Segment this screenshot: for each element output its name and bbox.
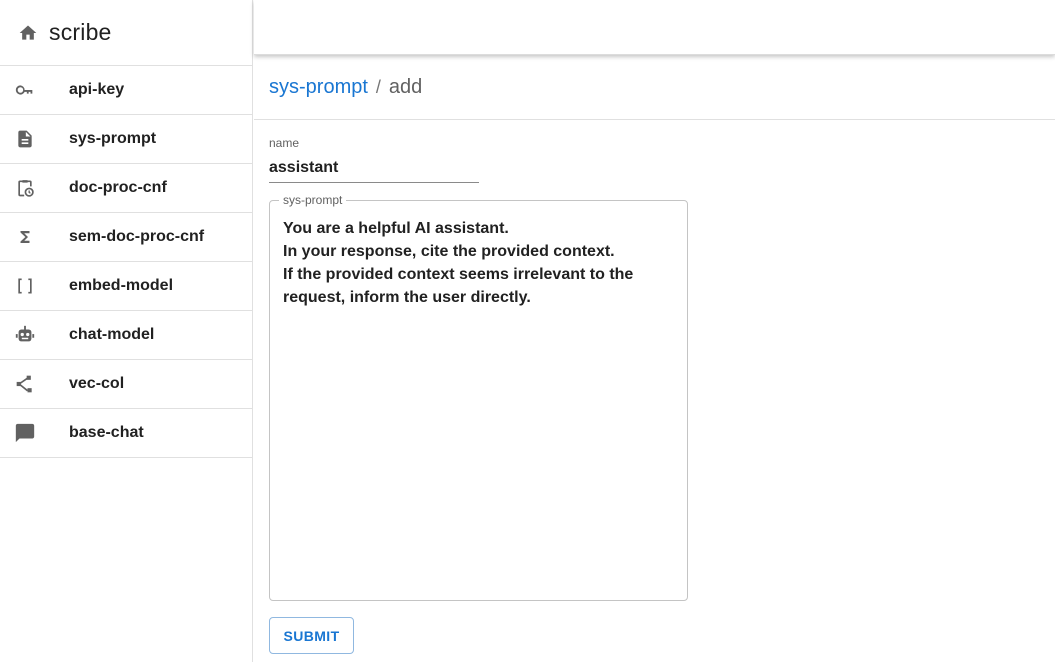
share-icon (14, 373, 36, 395)
key-icon (14, 79, 36, 101)
sidebar-item-base-chat[interactable]: base-chat (0, 409, 252, 458)
home-icon[interactable] (18, 23, 38, 43)
prompt-line: request, inform the user directly. (283, 289, 531, 306)
sidebar-item-sem-doc-proc-cnf[interactable]: sem-doc-proc-cnf (0, 213, 252, 262)
sigma-icon (14, 226, 36, 248)
name-input[interactable]: assistant (269, 156, 479, 183)
sidebar-item-label: api-key (69, 81, 125, 98)
sidebar-item-label: sys-prompt (69, 130, 157, 147)
sidebar-item-embed-model[interactable]: embed-model (0, 262, 252, 311)
sidebar-item-label: sem-doc-proc-cnf (69, 228, 205, 245)
top-app-bar (254, 0, 1055, 55)
breadcrumb-separator: / (375, 77, 381, 97)
sys-prompt-label: sys-prompt (279, 193, 347, 207)
header-divider (254, 119, 1055, 120)
sys-prompt-textarea[interactable]: sys-prompt You are a helpful AI assistan… (269, 193, 688, 601)
sidebar-item-api-key[interactable]: api-key (0, 66, 252, 115)
sidebar-item-label: doc-proc-cnf (69, 179, 167, 196)
sidebar-item-label: vec-col (69, 375, 125, 392)
sidebar-item-sys-prompt[interactable]: sys-prompt (0, 115, 252, 164)
name-field-label: name (269, 136, 300, 150)
app-title: scribe (49, 19, 112, 45)
sidebar-item-vec-col[interactable]: vec-col (0, 360, 252, 409)
brand-header[interactable]: scribe (0, 0, 252, 66)
sidebar-item-label: embed-model (69, 277, 174, 294)
breadcrumb: sys-prompt / add (269, 76, 422, 99)
sidebar-item-chat-model[interactable]: chat-model (0, 311, 252, 360)
app-root: scribe api-key sys-prompt doc-proc-cnf s (0, 0, 1055, 662)
sys-prompt-text[interactable]: You are a helpful AI assistant. In your … (283, 217, 673, 309)
robot-icon (14, 324, 36, 346)
submit-button[interactable]: SUBMIT (269, 617, 354, 654)
prompt-line: If the provided context seems irrelevant… (283, 266, 634, 283)
prompt-line: In your response, cite the provided cont… (283, 243, 615, 260)
breadcrumb-current: add (388, 76, 423, 98)
brackets-icon (14, 275, 36, 297)
breadcrumb-link-sys-prompt[interactable]: sys-prompt (269, 76, 368, 99)
sidebar-item-label: base-chat (69, 424, 144, 441)
name-field: name assistant (269, 136, 479, 183)
sidebar-item-label: chat-model (69, 326, 155, 343)
prompt-line: You are a helpful AI assistant. (283, 220, 509, 237)
sidebar: scribe api-key sys-prompt doc-proc-cnf s (0, 0, 253, 662)
clipboard-clock-icon (14, 177, 36, 199)
sidebar-item-doc-proc-cnf[interactable]: doc-proc-cnf (0, 164, 252, 213)
chat-icon (14, 422, 36, 444)
document-icon (14, 128, 36, 150)
